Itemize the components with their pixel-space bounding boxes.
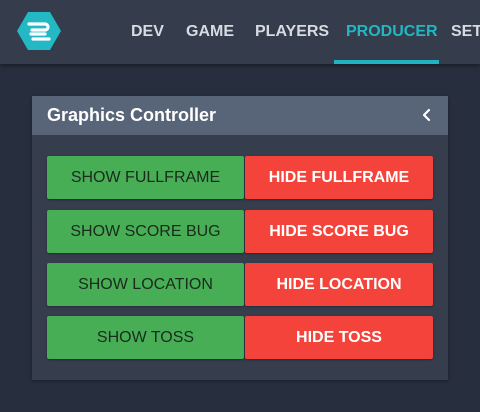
show-fullframe-button[interactable]: SHOW FULLFRAME bbox=[47, 156, 244, 199]
top-navigation-bar: DEV GAME PLAYERS PRODUCER SET bbox=[0, 0, 480, 64]
show-score-bug-button[interactable]: SHOW SCORE BUG bbox=[47, 210, 244, 253]
nav-tab-set[interactable]: SET bbox=[451, 0, 480, 64]
nav-tab-producer[interactable]: PRODUCER bbox=[346, 0, 438, 64]
panel-title: Graphics Controller bbox=[47, 105, 217, 125]
hide-location-button[interactable]: HIDE LOCATION bbox=[245, 263, 433, 306]
show-location-button[interactable]: SHOW LOCATION bbox=[47, 263, 244, 306]
active-tab-indicator bbox=[334, 60, 439, 64]
hide-score-bug-button[interactable]: HIDE SCORE BUG bbox=[245, 210, 433, 253]
nav-tab-game[interactable]: GAME bbox=[186, 0, 234, 64]
chevron-left-icon[interactable] bbox=[416, 104, 438, 126]
hexagon-logo-icon[interactable] bbox=[16, 11, 62, 51]
nav-tab-dev[interactable]: DEV bbox=[131, 0, 164, 64]
nav-tab-players[interactable]: PLAYERS bbox=[255, 0, 329, 64]
show-toss-button[interactable]: SHOW TOSS bbox=[47, 316, 244, 359]
panel-header: Graphics Controller bbox=[32, 96, 448, 135]
hide-fullframe-button[interactable]: HIDE FULLFRAME bbox=[245, 156, 433, 199]
hide-toss-button[interactable]: HIDE TOSS bbox=[245, 316, 433, 359]
graphics-controller-panel: Graphics Controller SHOW FULLFRAME HIDE … bbox=[32, 96, 448, 380]
